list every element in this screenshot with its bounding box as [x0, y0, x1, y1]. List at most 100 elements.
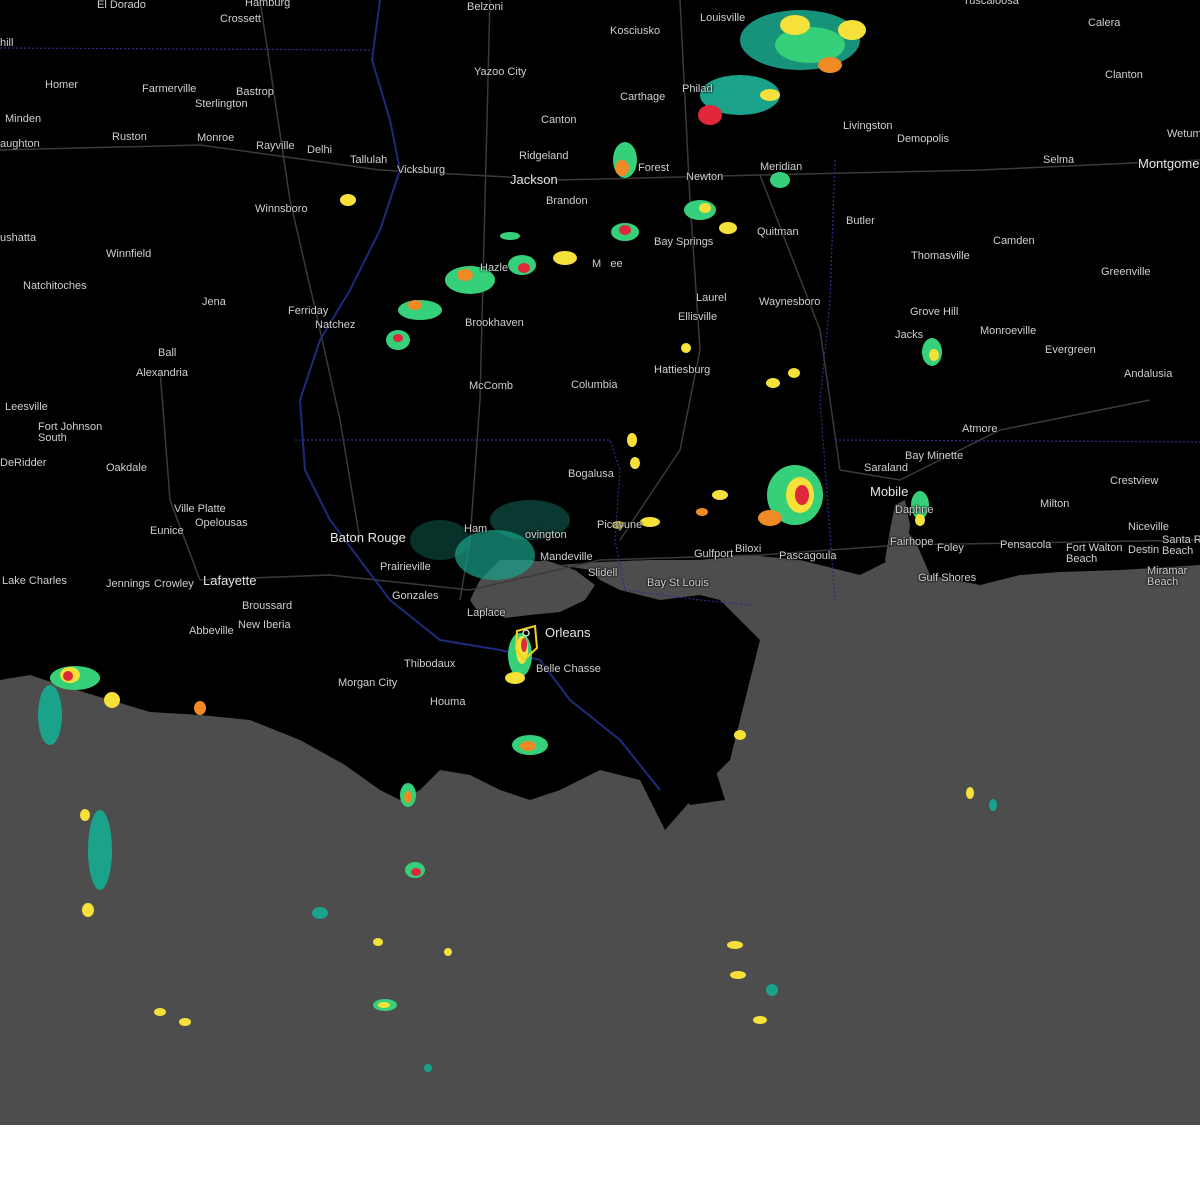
city-label-delhi: Delhi — [307, 144, 333, 156]
city-label-brookhaven: Brookhaven — [465, 317, 524, 329]
city-label-bay-st-louis: Bay St Louis — [647, 577, 709, 589]
radar-site-marker — [522, 629, 530, 637]
city-label-monroeville: Monroeville — [980, 325, 1037, 337]
city-label-winnsboro: Winnsboro — [255, 203, 308, 215]
city-label-greenville: Greenville — [1101, 266, 1151, 278]
city-label-destin: Destin — [1128, 544, 1160, 556]
gulf-water — [0, 530, 1200, 1125]
city-label-bay-minette: Bay Minette — [905, 450, 964, 462]
city-label-yazoo-city: Yazoo City — [474, 66, 527, 78]
city-label-foley: Foley — [937, 542, 964, 554]
city-label-lake-charles: Lake Charles — [2, 575, 67, 587]
city-label-natchitoches: Natchitoches — [23, 280, 87, 292]
city-label-bay-springs: Bay Springs — [654, 236, 714, 248]
city-label-tuscaloosa: Tuscaloosa — [963, 0, 1019, 7]
city-label-pensacola: Pensacola — [1000, 539, 1052, 551]
radar-map[interactable]: El Dorado Hamburg Crossett Belzoni Kosciusko… — [0, 0, 1200, 1125]
city-label-fort-johnson-south: Fort Johnson South — [38, 421, 103, 444]
city-label-fort-walton-beach: Fort Walton Beach — [1066, 542, 1123, 565]
blank-footer-area — [0, 1125, 1200, 1200]
city-label-deridder: DeRidder — [0, 457, 47, 469]
city-label-gulfport: Gulfport — [694, 548, 734, 560]
basemap — [0, 0, 1200, 1125]
city-label-bastrop: Bastrop — [236, 86, 274, 98]
city-label-jackson-al: Jacks — [895, 329, 924, 341]
city-label-lafayette: Lafayette — [203, 573, 257, 588]
city-label-ridgeland: Ridgeland — [519, 150, 569, 162]
city-label-jackson: Jackson — [510, 172, 558, 187]
city-label-meridian: Meridian — [760, 161, 803, 173]
city-label-fairhope: Fairhope — [890, 536, 934, 548]
city-label-winnfield: Winnfield — [106, 248, 152, 260]
city-label-sterlington: Sterlington — [195, 98, 248, 110]
city-label-monroe: Monroe — [197, 132, 235, 144]
city-label-crossett: Crossett — [220, 13, 261, 25]
city-label-hammond: Ham — [464, 523, 488, 535]
city-label-belle-chasse: Belle Chasse — [536, 663, 601, 675]
city-label-new-orleans: Orleans — [545, 625, 591, 640]
city-label-daphne: Daphne — [895, 504, 934, 516]
city-label-evergreen: Evergreen — [1045, 344, 1096, 356]
city-label-canton: Canton — [541, 114, 577, 126]
city-label-santa-rosa-beach: Santa R Beach — [1162, 534, 1200, 557]
city-label-abbeville: Abbeville — [189, 625, 234, 637]
city-label-natchez: Natchez — [315, 319, 356, 331]
city-label-montgomery: Montgome — [1138, 156, 1200, 171]
city-label-livingston: Livingston — [843, 120, 893, 132]
city-label-ball: Ball — [158, 347, 177, 359]
city-label-opelousas: Opelousas — [195, 517, 248, 529]
city-label-gonzales: Gonzales — [392, 590, 439, 602]
city-label-prairieville: Prairieville — [380, 561, 431, 573]
city-label-pascagoula: Pascagoula — [779, 550, 837, 562]
city-label-wetumpka: Wetum — [1167, 128, 1200, 140]
city-label-thibodaux: Thibodaux — [404, 658, 456, 670]
city-label-quitman: Quitman — [757, 226, 799, 238]
city-label-eunice: Eunice — [150, 525, 184, 537]
city-label-laplace: Laplace — [467, 607, 506, 619]
city-label-biloxi: Biloxi — [735, 543, 762, 555]
city-label-ruston: Ruston — [112, 131, 147, 143]
city-label-crowley: Crowley — [154, 578, 194, 590]
city-label-mandeville: Mandeville — [540, 551, 593, 563]
city-label-newton: Newton — [686, 171, 724, 183]
city-label-mendenhall: M ee — [592, 258, 623, 270]
city-label-farmerville: Farmerville — [142, 83, 197, 95]
city-label-niceville: Niceville — [1128, 521, 1169, 533]
city-label-picayune: Picayune — [597, 519, 643, 531]
city-label-laurel: Laurel — [696, 292, 727, 304]
city-label-bogalusa: Bogalusa — [568, 468, 614, 480]
city-label-homer: Homer — [45, 79, 79, 91]
city-label-ferriday: Ferriday — [288, 305, 329, 317]
city-label-selma: Selma — [1043, 154, 1075, 166]
city-label-columbia: Columbia — [571, 379, 618, 391]
city-label-miramar-beach: Miramar Beach — [1147, 565, 1188, 588]
city-label-crestview: Crestview — [1110, 475, 1159, 487]
city-label-philadelphia: Philad — [682, 83, 713, 95]
city-label-oakdale: Oakdale — [106, 462, 147, 474]
city-label-gulf-shores: Gulf Shores — [918, 572, 977, 584]
city-label-milton: Milton — [1040, 498, 1070, 510]
city-label-hill: hill — [0, 37, 14, 49]
city-label-new-iberia: New Iberia — [238, 619, 291, 631]
city-label-carthage: Carthage — [620, 91, 666, 103]
city-label-alexandria: Alexandria — [136, 367, 188, 379]
city-label-belzoni: Belzoni — [467, 1, 504, 13]
city-label-leesville: Leesville — [5, 401, 48, 413]
city-label-jennings: Jennings — [106, 578, 151, 590]
city-label-mccomb: McComb — [469, 380, 514, 392]
city-label-saraland: Saraland — [864, 462, 909, 474]
city-label-clanton: Clanton — [1105, 69, 1143, 81]
city-label-baton-rouge: Baton Rouge — [330, 530, 406, 545]
city-label-el-dorado: El Dorado — [97, 0, 146, 11]
city-label-hazlehurst: Hazle — [480, 262, 509, 274]
city-label-covington: ovington — [525, 529, 567, 541]
city-label-hamburg: Hamburg — [245, 0, 291, 9]
city-label-mobile: Mobile — [870, 484, 909, 499]
city-label-tallulah: Tallulah — [350, 154, 388, 166]
city-label-jena: Jena — [202, 296, 226, 308]
city-label-camden: Camden — [993, 235, 1035, 247]
city-label-kosciusko: Kosciusko — [610, 25, 661, 37]
city-label-waynesboro: Waynesboro — [759, 296, 821, 308]
city-label-calera: Calera — [1088, 17, 1121, 29]
city-label-broussard: Broussard — [242, 600, 293, 612]
